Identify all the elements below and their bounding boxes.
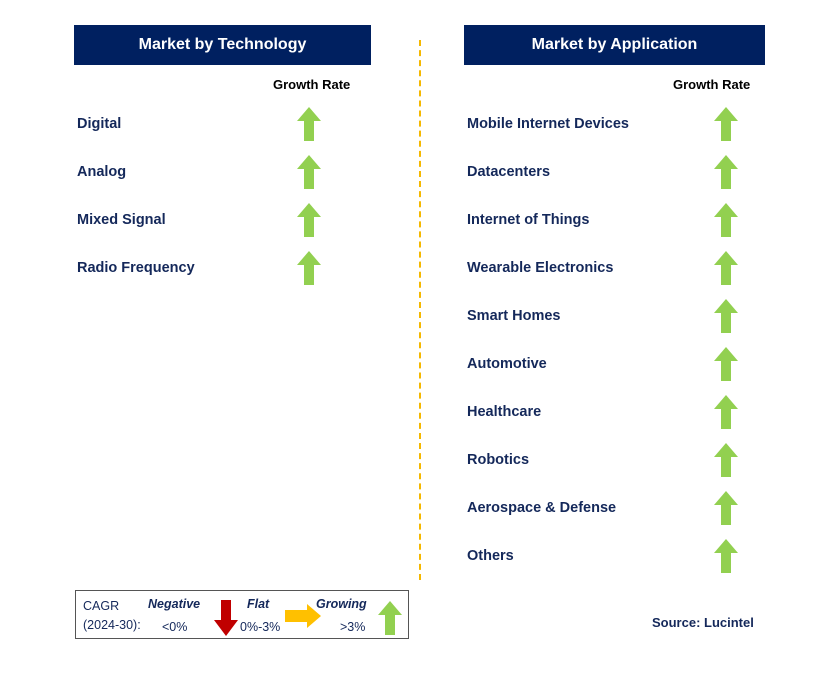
application-item-label: Aerospace & Defense [467,500,617,516]
application-item-label: Datacenters [467,164,551,180]
legend: CAGR (2024-30): Negative <0% Flat 0%-3% … [75,590,409,639]
growth-up-arrow-icon [714,155,738,189]
technology-item-label: Analog [77,164,127,180]
legend-negative: Negative [148,597,201,611]
application-item-label: Mobile Internet Devices [467,116,629,132]
growth-up-arrow-icon [714,347,738,381]
growth-up-arrow-icon [297,155,321,189]
application-item-label: Wearable Electronics [467,260,614,276]
application-header: Market by Application [464,25,765,65]
growth-up-arrow-icon [714,395,738,429]
legend-period: (2024-30): [83,618,141,632]
growth-up-arrow-icon [714,251,738,285]
source: Source: Lucintel [652,615,754,630]
legend-flat: Flat [247,597,270,611]
growth-up-arrow-icon [714,107,738,141]
application-growth-label: Growth Rate [673,77,751,92]
technology-header: Market by Technology [74,25,371,65]
technology-item-label: Digital [77,116,122,132]
legend-negative-range: <0% [162,620,188,634]
application-item-label: Smart Homes [467,308,561,324]
application-item-label: Automotive [467,356,547,372]
application-item-label: Healthcare [467,404,542,420]
growth-up-arrow-icon [714,539,738,573]
growth-up-arrow-icon [714,299,738,333]
application-item-label: Robotics [467,452,530,468]
legend-cagr: CAGR [83,599,120,613]
application-item-label: Others [467,548,514,564]
divider [419,40,421,580]
growth-up-arrow-icon [297,251,321,285]
up-arrow-icon [378,601,402,635]
legend-growing-range: >3% [340,620,366,634]
legend-growing: Growing [316,597,367,611]
technology-item-label: Radio Frequency [77,260,195,276]
application-item-label: Internet of Things [467,212,590,228]
growth-up-arrow-icon [714,443,738,477]
growth-up-arrow-icon [297,107,321,141]
growth-up-arrow-icon [714,491,738,525]
down-arrow-icon [214,600,238,636]
technology-growth-label: Growth Rate [273,77,351,92]
technology-item-label: Mixed Signal [77,212,166,228]
growth-up-arrow-icon [714,203,738,237]
legend-flat-range: 0%-3% [240,620,281,634]
growth-up-arrow-icon [297,203,321,237]
